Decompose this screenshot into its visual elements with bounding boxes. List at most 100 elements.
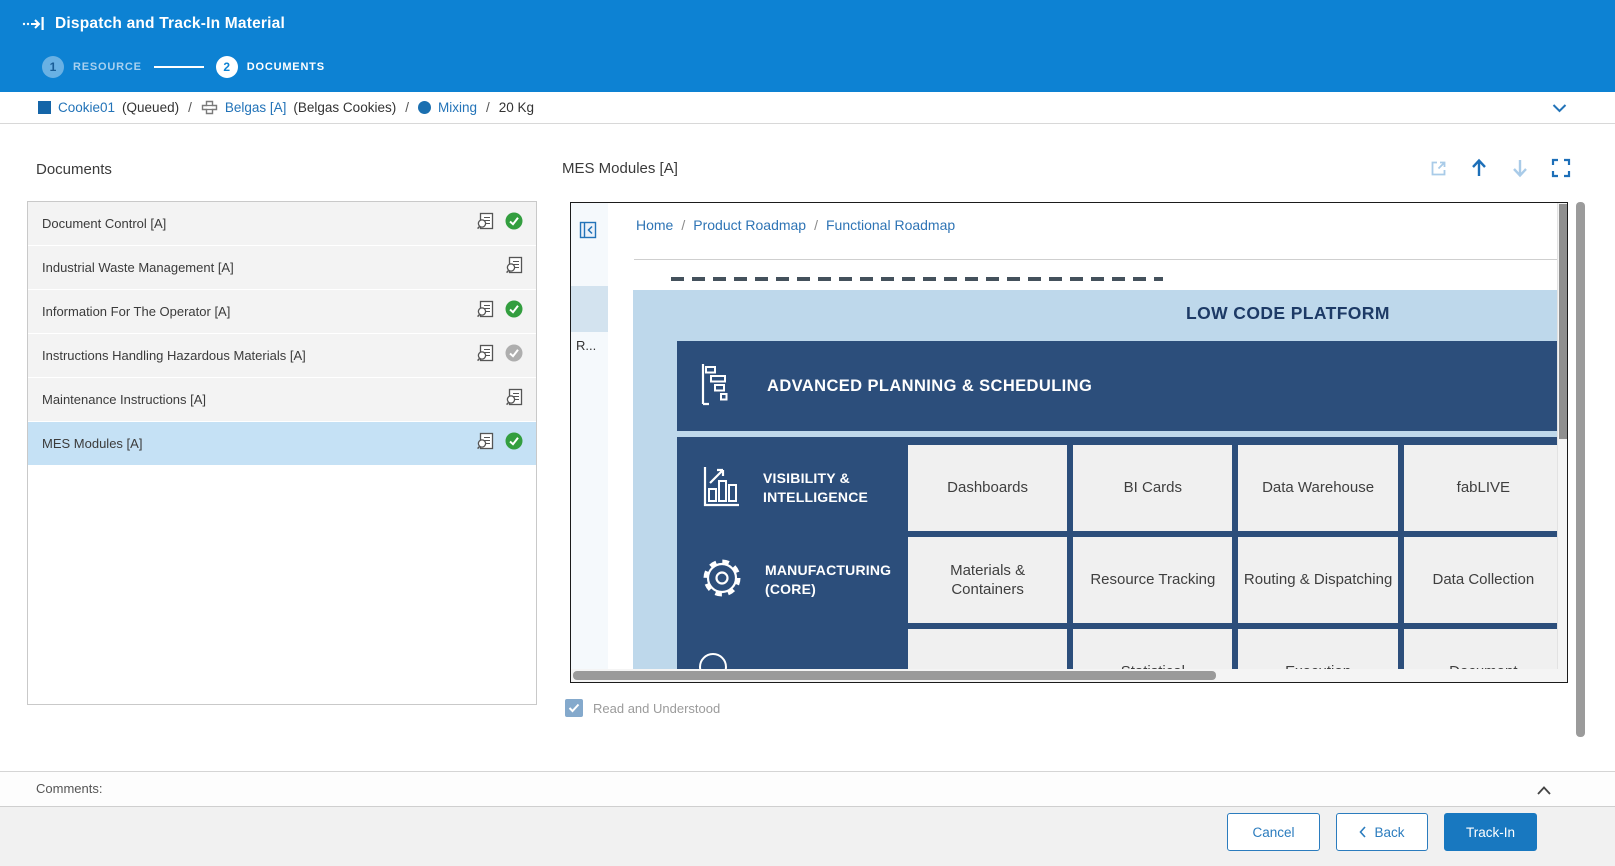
document-breadcrumb: Home / Product Roadmap / Functional Road… [636, 217, 955, 233]
document-row[interactable]: Instructions Handling Hazardous Material… [28, 334, 536, 378]
document-row[interactable]: Maintenance Instructions [A] [28, 378, 536, 422]
step-2-label: DOCUMENTS [247, 61, 325, 73]
document-label: MES Modules [A] [42, 436, 142, 451]
panel-vertical-scrollbar-thumb[interactable] [1576, 202, 1585, 737]
bar-chart-arrow-icon [699, 463, 743, 514]
document-row[interactable]: Document Control [A] [28, 202, 536, 246]
operation-link[interactable]: Mixing [438, 100, 477, 115]
breadcrumb-home-link[interactable]: Home [636, 217, 673, 233]
app-header: Dispatch and Track-In Material 1 RESOURC… [0, 0, 1615, 92]
aps-band: ADVANCED PLANNING & SCHEDULING [677, 341, 1568, 431]
track-in-icon [22, 11, 46, 36]
step-1-label: RESOURCE [73, 61, 142, 73]
wizard-stepper: 1 RESOURCE 2 DOCUMENTS [42, 56, 325, 78]
module-row-manufacturing: MANUFACTURING (CORE) Materials & Contain… [677, 537, 1568, 623]
comments-label: Comments: [36, 781, 102, 796]
document-row-selected[interactable]: MES Modules [A] [28, 422, 536, 466]
mes-modules-diagram: LOW CODE PLATFORM ADVANCED PLANNING & SC… [633, 290, 1568, 683]
document-preview-icon[interactable] [505, 256, 523, 279]
breadcrumb-product-roadmap-link[interactable]: Product Roadmap [693, 217, 806, 233]
documents-list: Document Control [A] Industrial Waste Ma… [27, 201, 537, 705]
read-status-check-disabled-icon [505, 344, 523, 367]
cancel-button[interactable]: Cancel [1227, 813, 1320, 851]
sidebar-thumbnail-block[interactable] [571, 286, 608, 332]
module-cell: BI Cards [1073, 445, 1232, 531]
clipped-text-line [671, 277, 1163, 281]
next-document-arrow-down-icon[interactable] [1510, 158, 1530, 178]
step-resource[interactable]: 1 RESOURCE [42, 56, 142, 78]
context-collapse-chevron-icon[interactable] [1552, 101, 1567, 116]
module-cell: Data Collection [1404, 537, 1563, 623]
breadcrumb-separator: / [681, 217, 685, 233]
sidebar-collapse-icon[interactable] [578, 220, 598, 240]
document-preview-icon[interactable] [505, 388, 523, 411]
context-breadcrumb-bar: Cookie01 (Queued) / Belgas [A] (Belgas C… [0, 92, 1615, 124]
back-button-label: Back [1374, 825, 1404, 840]
module-cell: Resource Tracking [1073, 537, 1232, 623]
back-button[interactable]: Back [1336, 813, 1428, 851]
document-preview-icon[interactable] [476, 300, 494, 323]
low-code-platform-label: LOW CODE PLATFORM [1186, 303, 1390, 324]
document-label: Industrial Waste Management [A] [42, 260, 234, 275]
read-understood-label: Read and Understood [593, 701, 720, 716]
document-viewer: R... Home / Product Roadmap / Functional… [570, 202, 1568, 683]
document-preview-icon[interactable] [476, 344, 494, 367]
viewer-horizontal-scrollbar-thumb[interactable] [573, 671, 1216, 680]
resource-description: (Belgas Cookies) [293, 100, 396, 115]
footer-bar: Cancel Back Track-In [0, 807, 1615, 866]
resource-icon [201, 100, 218, 115]
read-understood-row: Read and Understood [565, 699, 720, 717]
modules-grid: VISIBILITY & INTELLIGENCE Dashboards BI … [677, 437, 1568, 683]
comments-section[interactable]: Comments: [0, 771, 1615, 807]
read-status-check-icon [505, 432, 523, 455]
documents-panel-title: Documents [36, 161, 112, 178]
viewer-sidebar: R... [571, 203, 608, 682]
viewer-horizontal-scrollbar[interactable] [571, 669, 1559, 682]
resource-link[interactable]: Belgas [A] [225, 100, 287, 115]
previous-document-arrow-up-icon[interactable] [1469, 158, 1489, 178]
quantity-value: 20 Kg [499, 100, 534, 115]
breadcrumb-functional-roadmap-link[interactable]: Functional Roadmap [826, 217, 955, 233]
document-label: Document Control [A] [42, 216, 166, 231]
material-link[interactable]: Cookie01 [58, 100, 115, 115]
document-row[interactable]: Industrial Waste Management [A] [28, 246, 536, 290]
module-row-label: MANUFACTURING (CORE) [765, 561, 899, 599]
context-separator: / [486, 100, 490, 115]
dispatch-track-in-dialog: Dispatch and Track-In Material 1 RESOURC… [0, 0, 1615, 866]
page-title: Dispatch and Track-In Material [55, 15, 285, 33]
panel-vertical-scrollbar[interactable] [1576, 202, 1585, 737]
read-understood-checkbox[interactable] [565, 699, 583, 717]
aps-label: ADVANCED PLANNING & SCHEDULING [767, 377, 1092, 396]
fullscreen-icon[interactable] [1551, 158, 1571, 178]
viewer-toolbar [1428, 158, 1571, 178]
gear-icon [699, 555, 745, 606]
read-status-check-icon [505, 212, 523, 235]
step-documents[interactable]: 2 DOCUMENTS [216, 56, 325, 78]
document-label: Information For The Operator [A] [42, 304, 230, 319]
module-row-visibility: VISIBILITY & INTELLIGENCE Dashboards BI … [677, 445, 1568, 531]
step-2-circle: 2 [216, 56, 238, 78]
viewer-vertical-scrollbar-thumb[interactable] [1559, 204, 1567, 439]
read-status-check-icon [505, 300, 523, 323]
module-cell: Materials & Containers [908, 537, 1067, 623]
document-preview-icon[interactable] [476, 432, 494, 455]
divider [634, 259, 1559, 260]
document-row[interactable]: Information For The Operator [A] [28, 290, 536, 334]
comments-collapse-chevron-icon[interactable] [1537, 782, 1551, 800]
module-cell: Data Warehouse [1238, 445, 1397, 531]
module-cell: Dashboards [908, 445, 1067, 531]
document-preview-icon[interactable] [476, 212, 494, 235]
operation-icon [418, 101, 431, 114]
context-separator: / [405, 100, 409, 115]
open-in-new-window-icon[interactable] [1428, 158, 1448, 178]
breadcrumb-separator: / [814, 217, 818, 233]
track-in-button[interactable]: Track-In [1444, 813, 1537, 851]
module-row-label: VISIBILITY & INTELLIGENCE [763, 469, 897, 507]
material-state: (Queued) [122, 100, 179, 115]
context-separator: / [188, 100, 192, 115]
material-icon [38, 101, 51, 114]
viewer-vertical-scrollbar[interactable] [1557, 203, 1567, 682]
sidebar-truncated-label: R... [576, 338, 596, 353]
viewer-title: MES Modules [A] [562, 160, 678, 177]
step-connector [154, 66, 204, 68]
